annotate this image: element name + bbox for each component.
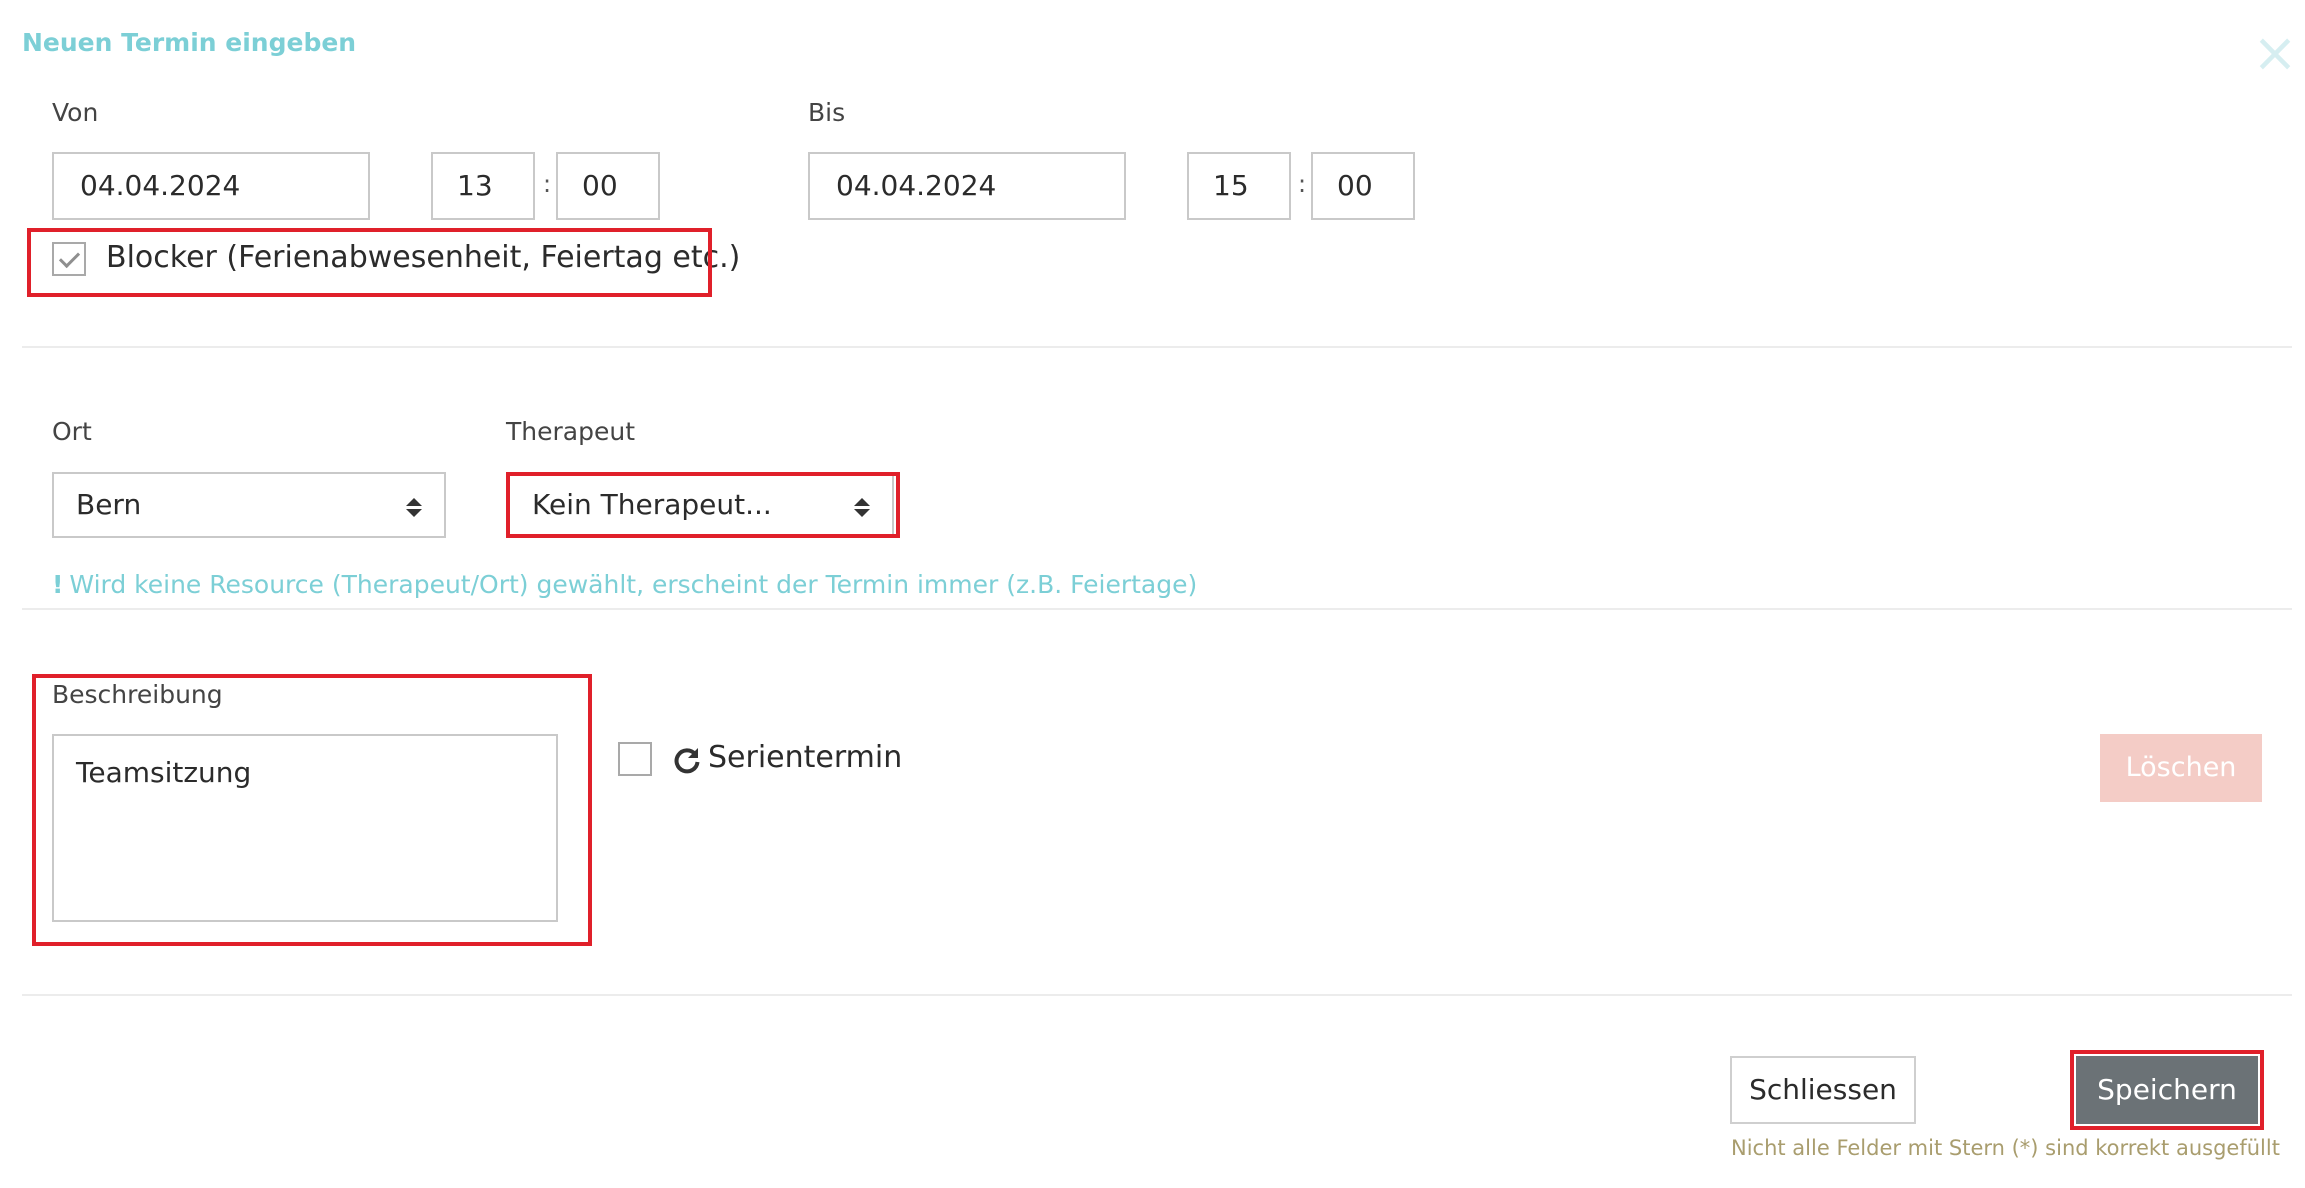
bis-minute-input[interactable]: 00: [1311, 152, 1415, 220]
exclamation-icon: !: [52, 570, 64, 599]
blocker-checkbox[interactable]: [52, 242, 86, 276]
bis-hour-input[interactable]: 15: [1187, 152, 1291, 220]
appointment-dialog: Neuen Termin eingeben × Von 04.04.2024 1…: [0, 0, 2305, 1188]
dialog-title: Neuen Termin eingeben: [22, 28, 357, 57]
close-icon[interactable]: ×: [2252, 26, 2298, 80]
therapeut-selected-value: Kein Therapeut...: [532, 488, 772, 521]
therapeut-select[interactable]: Kein Therapeut...: [508, 474, 894, 536]
von-hour-input[interactable]: 13: [431, 152, 535, 220]
von-label: Von: [52, 98, 99, 127]
ort-selected-value: Bern: [76, 488, 142, 521]
divider: [22, 608, 2292, 610]
divider: [22, 346, 2292, 348]
select-arrows-icon: [406, 498, 422, 518]
therapeut-label: Therapeut: [506, 417, 635, 446]
delete-button[interactable]: Löschen: [2100, 734, 2262, 802]
ort-select[interactable]: Bern: [52, 472, 446, 538]
beschreibung-label: Beschreibung: [52, 680, 223, 709]
divider: [22, 994, 2292, 996]
select-arrows-icon: [854, 498, 870, 518]
refresh-icon: [674, 748, 700, 774]
resource-hint: ! Wird keine Resource (Therapeut/Ort) gew…: [52, 570, 1197, 599]
close-button[interactable]: Schliessen: [1730, 1056, 1916, 1124]
serientermin-label: Serientermin: [708, 740, 903, 775]
validation-footnote: Nicht alle Felder mit Stern (*) sind kor…: [1731, 1136, 2280, 1160]
bis-label: Bis: [808, 98, 846, 127]
ort-label: Ort: [52, 417, 92, 446]
von-minute-input[interactable]: 00: [556, 152, 660, 220]
von-date-input[interactable]: 04.04.2024: [52, 152, 370, 220]
resource-hint-text: Wird keine Resource (Therapeut/Ort) gewä…: [69, 570, 1198, 599]
beschreibung-textarea[interactable]: Teamsitzung: [52, 734, 558, 922]
bis-date-input[interactable]: 04.04.2024: [808, 152, 1126, 220]
save-button[interactable]: Speichern: [2076, 1056, 2258, 1124]
von-time-separator: :: [543, 170, 552, 198]
serientermin-checkbox[interactable]: [618, 742, 652, 776]
bis-time-separator: :: [1298, 170, 1307, 198]
blocker-label: Blocker (Ferienabwesenheit, Feiertag etc…: [106, 240, 741, 275]
